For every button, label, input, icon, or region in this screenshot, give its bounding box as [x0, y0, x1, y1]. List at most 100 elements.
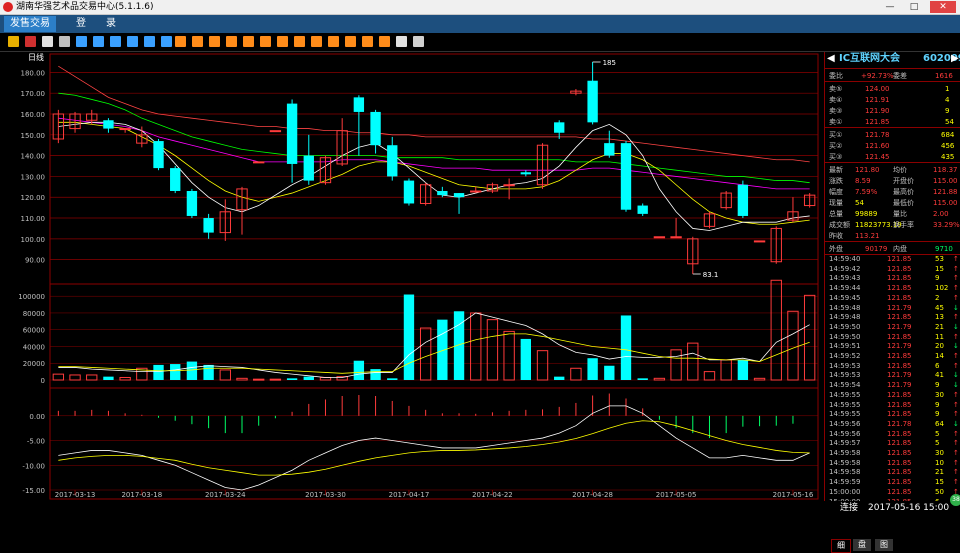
candle-body [453, 193, 465, 198]
candle [203, 213, 214, 239]
menu-login-1[interactable]: 登 [70, 16, 92, 32]
table-icon[interactable] [59, 36, 70, 47]
f-icon-7[interactable] [277, 36, 288, 47]
chart-bar-icon[interactable] [8, 36, 19, 47]
volume-bar [687, 342, 699, 381]
stat-label: 涨跌 [829, 177, 843, 185]
x-tick-label: 2017-04-17 [389, 491, 430, 499]
tick-time: 14:59:58 [829, 458, 861, 467]
f-icon-8[interactable] [294, 36, 305, 47]
arrow-down-icon: ↓ [953, 322, 959, 331]
chart-line-icon[interactable] [25, 36, 36, 47]
volume-bar [419, 327, 432, 381]
candle [620, 141, 632, 212]
f-icon-9[interactable] [311, 36, 322, 47]
next-arrow-icon[interactable]: ▶ [951, 52, 959, 66]
tick-time: 14:59:58 [829, 468, 861, 477]
volume-bar [269, 378, 282, 381]
tick-price: 121.78 [887, 419, 912, 428]
tick-volume: 41 [935, 371, 944, 380]
tick-row: 14:59:55 121.85 9 ↑ [825, 410, 960, 419]
draw-icon[interactable] [396, 36, 407, 47]
f-icon-6[interactable] [260, 36, 271, 47]
grid-icon-4[interactable] [144, 36, 155, 47]
tick-volume: 5 [935, 439, 940, 448]
zoom-in-icon[interactable] [362, 36, 373, 47]
label: 内盘 [893, 245, 907, 253]
quote-panel: ◀ IC互联网大会 602009 ▶ 委比 +92.73%委差 1616 卖⑤ 124.… [824, 52, 960, 553]
candle-body [403, 180, 415, 204]
f-icon-1[interactable] [175, 36, 186, 47]
candle-body [503, 184, 515, 187]
zoom-out-icon[interactable] [379, 36, 390, 47]
stat-row: 最新 121.80 均价 118.37 [825, 165, 960, 175]
tab-orderbook[interactable]: 盘 [853, 539, 871, 551]
tick-price: 121.85 [887, 284, 912, 293]
tick-time: 14:59:58 [829, 449, 861, 457]
volume-bar [554, 376, 565, 380]
candle-body [737, 184, 749, 216]
volume-bar [119, 376, 131, 381]
candles [52, 62, 816, 274]
notification-badge[interactable]: 38 [950, 494, 960, 506]
candle-body [587, 80, 598, 123]
close-button[interactable]: ✕ [930, 1, 956, 13]
grid-icon[interactable] [93, 36, 104, 47]
candle [403, 178, 415, 206]
price-tick-label: 110.00 [21, 215, 46, 223]
candle [319, 155, 332, 185]
tab-chart[interactable]: 图 [875, 539, 893, 551]
ask-row: 卖⑤ 124.00 1 [825, 84, 960, 94]
candle-body [203, 218, 214, 233]
price-tick-label: 100.00 [21, 236, 46, 244]
label: 委比 [829, 72, 843, 80]
stat-row: 昨收 113.21 [825, 231, 960, 241]
candle [103, 118, 114, 133]
tick-price: 121.79 [887, 342, 912, 351]
stat-value: 118.37 [933, 166, 958, 174]
tick-row: 14:59:40 121.85 53 ↑ [825, 255, 960, 264]
export-icon[interactable] [161, 36, 172, 47]
x-tick-label: 2017-03-30 [305, 491, 346, 499]
status-left [0, 501, 824, 516]
candle [687, 236, 699, 274]
maximize-button[interactable]: □ [904, 1, 924, 13]
candle [170, 166, 181, 194]
tick-price: 121.85 [887, 487, 912, 496]
f-icon-3[interactable] [209, 36, 220, 47]
grid-icon-3[interactable] [127, 36, 138, 47]
tick-volume: 102 [935, 284, 949, 293]
gear-icon[interactable] [413, 36, 424, 47]
price-tick-label: 180.00 [21, 69, 46, 77]
candlestick-icon[interactable] [42, 36, 53, 47]
arrow-up-icon: ↑ [953, 293, 959, 302]
menu-sale-trade[interactable]: 发售交易 [4, 16, 56, 32]
value: 90179 [865, 245, 888, 253]
list-icon[interactable] [76, 36, 87, 47]
f-icon-2[interactable] [192, 36, 203, 47]
stat-value: 121.80 [855, 166, 880, 174]
volume-bar [387, 378, 398, 380]
f-icon-5[interactable] [243, 36, 254, 47]
tick-row: 14:59:50 121.85 11 ↑ [825, 333, 960, 342]
tab-detail[interactable]: 细 [831, 539, 851, 553]
tick-price: 121.85 [887, 361, 912, 370]
price-tick-label: 150.00 [21, 132, 46, 140]
arrow-up-icon: ↑ [953, 400, 959, 409]
prev-arrow-icon[interactable]: ◀ [827, 52, 835, 66]
grid-icon-2[interactable] [110, 36, 121, 47]
candle-body [303, 155, 314, 181]
tick-row: 14:59:53 121.79 41 ↓ [825, 371, 960, 380]
bid-label: 买③ [829, 153, 843, 161]
minimize-button[interactable]: — [880, 1, 900, 13]
volume-bar [703, 371, 716, 381]
stat-row: 涨跌 8.59 开盘价 115.00 [825, 176, 960, 186]
f-icon-10[interactable] [328, 36, 339, 47]
candle-body [353, 97, 365, 112]
macd-tick-label: -5.00 [27, 438, 45, 446]
tick-volume: 30 [935, 390, 944, 399]
f-icon-11[interactable] [345, 36, 356, 47]
tick-price: 121.85 [887, 439, 912, 448]
menu-login-2[interactable]: 录 [100, 16, 122, 32]
f-icon-4[interactable] [226, 36, 237, 47]
